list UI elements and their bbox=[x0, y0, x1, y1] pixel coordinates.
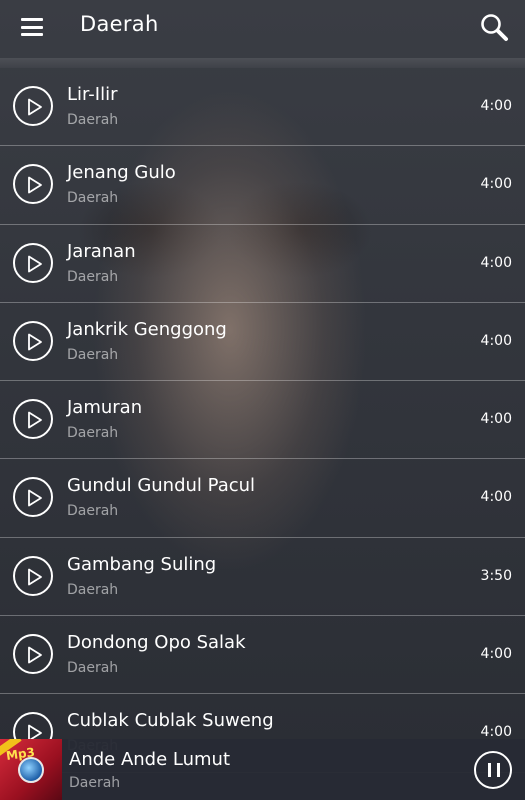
music-app: Daerah Lir-Ilir Daerah 4:00 Jenang Gulo Daer… bbox=[0, 0, 525, 800]
song-row[interactable]: Gundul Gundul Pacul Daerah 4:00 bbox=[0, 459, 525, 538]
play-icon[interactable] bbox=[13, 399, 53, 440]
song-subtitle: Daerah bbox=[67, 112, 119, 128]
song-title: Jankrik Genggong bbox=[67, 318, 227, 340]
song-duration: 4:00 bbox=[480, 254, 512, 271]
play-icon[interactable] bbox=[13, 86, 53, 126]
song-subtitle: Daerah bbox=[67, 581, 119, 598]
song-duration: 4:00 bbox=[480, 646, 512, 663]
song-duration: 4:00 bbox=[480, 724, 512, 741]
song-title: Jamuran bbox=[67, 397, 143, 419]
toolbar-divider bbox=[0, 58, 525, 68]
play-icon[interactable] bbox=[13, 320, 53, 361]
song-subtitle: Daerah bbox=[67, 190, 119, 207]
song-row[interactable]: Dondong Opo Salak Daerah 4:00 bbox=[0, 616, 525, 695]
search-icon[interactable] bbox=[479, 12, 509, 42]
song-row[interactable]: Jamuran Daerah 4:00 bbox=[0, 381, 525, 460]
song-subtitle: Daerah bbox=[67, 660, 119, 677]
song-duration: 4:00 bbox=[480, 411, 512, 428]
song-row[interactable]: Jaranan Daerah 4:00 bbox=[0, 225, 525, 303]
song-row[interactable]: Jenang Gulo Daerah 4:00 bbox=[0, 146, 525, 225]
song-duration: 3:50 bbox=[480, 567, 512, 584]
play-icon[interactable] bbox=[13, 634, 53, 675]
pause-icon[interactable] bbox=[474, 751, 512, 789]
song-title: Gambang Suling bbox=[67, 553, 217, 575]
song-title: Lir-Ilir bbox=[67, 84, 118, 105]
song-duration: 4:00 bbox=[480, 332, 512, 349]
song-title: Dondong Opo Salak bbox=[67, 632, 246, 654]
now-playing-title: Ande Ande Lumut bbox=[69, 749, 231, 770]
song-title: Jenang Gulo bbox=[67, 162, 176, 184]
now-playing-bar[interactable]: Mp3 Ande Ande Lumut Daerah bbox=[0, 739, 525, 800]
song-title: Cublak Cublak Suweng bbox=[67, 710, 274, 732]
page-title: Daerah bbox=[80, 12, 159, 36]
song-duration: 4:00 bbox=[480, 176, 512, 193]
song-title: Jaranan bbox=[67, 240, 136, 262]
play-icon[interactable] bbox=[13, 164, 53, 205]
disc-icon bbox=[18, 757, 44, 783]
song-subtitle: Daerah bbox=[67, 425, 119, 442]
toolbar: Daerah bbox=[0, 0, 525, 56]
play-icon[interactable] bbox=[13, 477, 53, 518]
song-row[interactable]: Gambang Suling Daerah 3:50 bbox=[0, 538, 525, 617]
menu-icon[interactable] bbox=[19, 16, 45, 38]
song-list: Lir-Ilir Daerah 4:00 Jenang Gulo Daerah 4:00 J… bbox=[0, 68, 525, 773]
song-duration: 4:00 bbox=[480, 98, 512, 114]
song-title: Gundul Gundul Pacul bbox=[67, 475, 256, 497]
now-playing-subtitle: Daerah bbox=[69, 775, 121, 791]
song-row[interactable]: Jankrik Genggong Daerah 4:00 bbox=[0, 303, 525, 382]
song-duration: 4:00 bbox=[480, 489, 512, 506]
play-icon[interactable] bbox=[13, 555, 53, 596]
song-subtitle: Daerah bbox=[67, 346, 119, 363]
song-row[interactable]: Lir-Ilir Daerah 4:00 bbox=[0, 68, 525, 147]
album-art: Mp3 bbox=[0, 739, 62, 800]
play-icon[interactable] bbox=[13, 242, 53, 283]
song-subtitle: Daerah bbox=[67, 503, 119, 520]
song-subtitle: Daerah bbox=[67, 268, 119, 285]
